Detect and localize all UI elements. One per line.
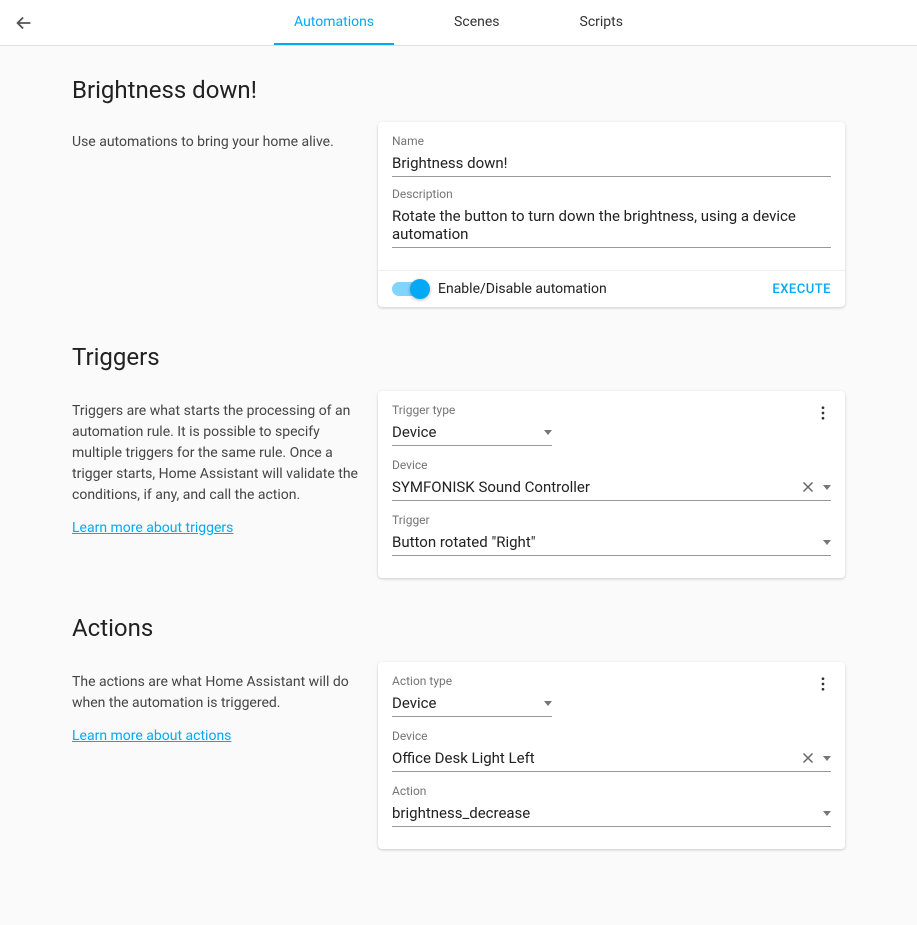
trigger-card: Trigger type Device Device SYMFONISK Sou… — [378, 391, 845, 578]
actions-heading: Actions — [72, 614, 845, 642]
automation-details-card: Name Brightness down! Description Rotate… — [378, 122, 845, 307]
description-input[interactable]: Rotate the button to turn down the brigh… — [392, 203, 831, 248]
action-more-button[interactable] — [811, 672, 835, 696]
enable-toggle[interactable] — [392, 282, 428, 296]
actions-learn-more-link[interactable]: Learn more about actions — [72, 728, 231, 744]
trigger-device-value: SYMFONISK Sound Controller — [392, 478, 590, 496]
action-type-value: Device — [392, 694, 436, 712]
clear-icon[interactable] — [799, 749, 817, 767]
action-card: Action type Device Device Office Desk Li… — [378, 662, 845, 849]
name-label: Name — [392, 134, 831, 148]
chevron-down-icon — [823, 540, 831, 545]
name-input-value: Brightness down! — [392, 154, 508, 172]
top-bar: Automations Scenes Scripts — [0, 0, 917, 46]
trigger-device-label: Device — [392, 458, 831, 472]
trigger-device-select[interactable]: SYMFONISK Sound Controller — [392, 474, 831, 501]
chevron-down-icon — [823, 485, 831, 490]
triggers-heading: Triggers — [72, 343, 845, 371]
trigger-more-button[interactable] — [811, 401, 835, 425]
tab-automations[interactable]: Automations — [274, 0, 394, 45]
enable-toggle-label: Enable/Disable automation — [438, 281, 607, 297]
trigger-type-value: Device — [392, 423, 436, 441]
description-input-value: Rotate the button to turn down the brigh… — [392, 207, 831, 243]
trigger-type-select[interactable]: Device — [392, 419, 552, 446]
page-content: Brightness down! Use automations to brin… — [0, 46, 917, 925]
trigger-type-label: Trigger type — [392, 403, 831, 417]
execute-button[interactable]: EXECUTE — [772, 282, 831, 297]
actions-help: The actions are what Home Assistant will… — [72, 672, 358, 714]
action-device-label: Device — [392, 729, 831, 743]
trigger-trigger-value: Button rotated "Right" — [392, 533, 536, 551]
chevron-down-icon — [544, 430, 552, 435]
intro-text: Use automations to bring your home alive… — [72, 132, 358, 153]
action-type-label: Action type — [392, 674, 831, 688]
tab-scripts[interactable]: Scripts — [560, 0, 643, 45]
triggers-learn-more-link[interactable]: Learn more about triggers — [72, 520, 233, 536]
chevron-down-icon — [544, 701, 552, 706]
tabs: Automations Scenes Scripts — [36, 0, 881, 45]
trigger-trigger-select[interactable]: Button rotated "Right" — [392, 529, 831, 556]
name-input[interactable]: Brightness down! — [392, 150, 831, 177]
triggers-help: Triggers are what starts the processing … — [72, 401, 358, 506]
action-action-label: Action — [392, 784, 831, 798]
description-label: Description — [392, 187, 831, 201]
chevron-down-icon — [823, 811, 831, 816]
back-button[interactable] — [12, 11, 36, 35]
trigger-trigger-label: Trigger — [392, 513, 831, 527]
action-device-select[interactable]: Office Desk Light Left — [392, 745, 831, 772]
tab-scenes[interactable]: Scenes — [434, 0, 519, 45]
chevron-down-icon — [823, 756, 831, 761]
action-type-select[interactable]: Device — [392, 690, 552, 717]
action-device-value: Office Desk Light Left — [392, 749, 535, 767]
action-action-select[interactable]: brightness_decrease — [392, 800, 831, 827]
action-action-value: brightness_decrease — [392, 804, 530, 822]
clear-icon[interactable] — [799, 478, 817, 496]
page-title: Brightness down! — [72, 76, 845, 104]
